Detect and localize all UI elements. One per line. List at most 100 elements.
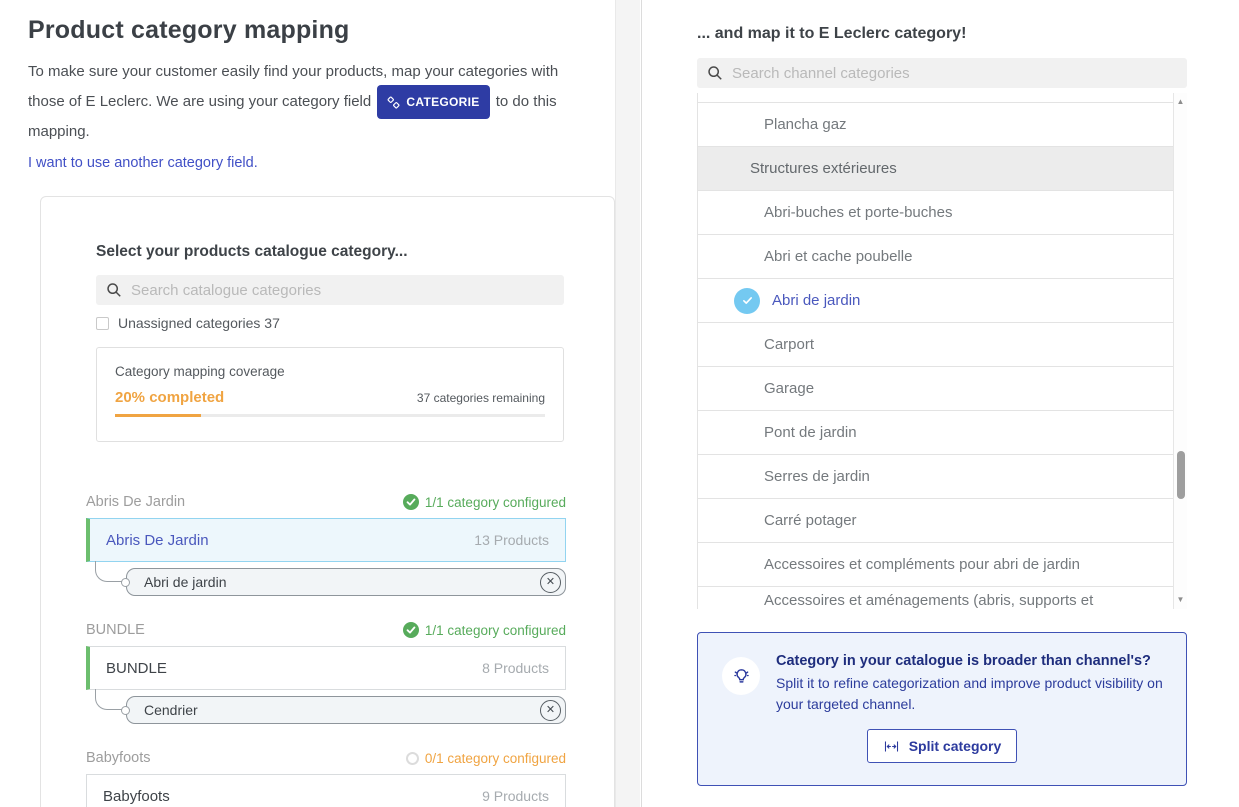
section-name: Babyfoots	[86, 750, 151, 766]
section-status: 1/1 category configured	[403, 622, 566, 638]
catalogue-search[interactable]	[96, 275, 564, 305]
channel-category-row-partial	[698, 93, 1173, 103]
channel-category-label: Pont de jardin	[764, 424, 857, 441]
section-name: Abris De Jardin	[86, 494, 185, 510]
section-status-text: 0/1 category configured	[425, 751, 566, 766]
channel-category-label: Accessoires et aménagements (abris, supp…	[764, 592, 1173, 610]
tip-body-text: Split it to refine categorization and im…	[776, 673, 1166, 715]
coverage-box: Category mapping coverage 20% completed …	[96, 347, 564, 442]
scroll-up-arrow[interactable]: ▲	[1174, 97, 1187, 107]
change-category-field-link[interactable]: I want to use another category field.	[28, 155, 258, 171]
channel-search[interactable]	[697, 58, 1187, 88]
mapped-category-label: Abri de jardin	[144, 574, 227, 590]
section-status: 0/1 category configured	[406, 751, 566, 766]
category-field-badge: CATEGORIE	[377, 85, 489, 119]
channel-list-scrollbar[interactable]: ▲ ▼	[1173, 93, 1187, 609]
intro-text: To make sure your customer easily find y…	[28, 59, 594, 145]
connector-line	[95, 689, 122, 710]
remove-mapping-button[interactable]: ✕	[540, 572, 561, 593]
coverage-completed: 20% completed	[115, 389, 224, 406]
split-tip-box: Category in your catalogue is broader th…	[697, 632, 1187, 786]
mapping-tag-wrap: Abri de jardin ✕	[126, 568, 566, 596]
channel-list-viewport: Plancha gaz Structures extérieures Abri-bu…	[697, 93, 1173, 609]
channel-category-row[interactable]: Carport	[698, 323, 1173, 367]
search-icon	[707, 65, 723, 81]
selected-check-icon	[734, 288, 760, 314]
channel-category-row[interactable]: Abri-buches et porte-buches	[698, 191, 1173, 235]
channel-category-row[interactable]: Serres de jardin	[698, 455, 1173, 499]
category-label: BUNDLE	[106, 660, 167, 677]
channel-category-row[interactable]: Abri de jardin	[698, 279, 1173, 323]
catalogue-panel: Product category mapping To make sure yo…	[0, 0, 642, 807]
channel-category-label: Carport	[764, 336, 814, 353]
channel-category-row[interactable]: Plancha gaz	[698, 103, 1173, 147]
scrollbar-thumb[interactable]	[1177, 451, 1185, 499]
connector-dot	[121, 578, 130, 587]
check-circle-icon	[403, 622, 419, 638]
catalogue-category-row[interactable]: Babyfoots 9 Products	[86, 774, 566, 807]
split-category-button[interactable]: Split category	[867, 729, 1018, 763]
connector-line	[95, 561, 122, 582]
category-label: Abris De Jardin	[106, 532, 209, 549]
mapped-channel-tag: Abri de jardin ✕	[126, 568, 566, 596]
catalogue-section: Abris De Jardin1/1 category configuredAb…	[86, 494, 566, 596]
left-scrollbar-track[interactable]	[615, 0, 640, 807]
mapped-channel-tag: Cendrier ✕	[126, 696, 566, 724]
split-icon	[883, 740, 900, 753]
category-label: Babyfoots	[103, 788, 170, 805]
catalogue-card: Select your products catalogue category.…	[40, 196, 615, 807]
split-button-label: Split category	[909, 738, 1002, 754]
catalogue-category-row[interactable]: Abris De Jardin 13 Products	[86, 518, 566, 562]
card-heading: Select your products catalogue category.…	[96, 243, 566, 261]
lightbulb-icon	[722, 657, 760, 695]
section-status: 1/1 category configured	[403, 494, 566, 510]
channel-category-row[interactable]: Structures extérieures	[698, 147, 1173, 191]
connector-dot	[121, 706, 130, 715]
coverage-remaining: 37 categories remaining	[417, 391, 545, 405]
badge-label: CATEGORIE	[406, 89, 479, 115]
channel-category-label: Abri et cache poubelle	[764, 248, 912, 265]
link-icon	[387, 96, 400, 109]
catalogue-sections: Abris De Jardin1/1 category configuredAb…	[86, 494, 566, 807]
channel-category-row[interactable]: Pont de jardin	[698, 411, 1173, 455]
section-header: Babyfoots 0/1 category configured	[86, 750, 566, 766]
unassigned-checkbox[interactable]	[96, 317, 109, 330]
product-count: 9 Products	[482, 788, 549, 804]
coverage-label: Category mapping coverage	[115, 364, 545, 379]
product-count: 13 Products	[474, 532, 549, 548]
catalogue-search-input[interactable]	[131, 282, 554, 299]
channel-category-row[interactable]: Garage	[698, 367, 1173, 411]
channel-category-row[interactable]: Accessoires et compléments pour abri de …	[698, 543, 1173, 587]
section-header: Abris De Jardin 1/1 category configured	[86, 494, 566, 510]
catalogue-section: BUNDLE 1/1 category configured BUNDLE 8 Pro…	[86, 622, 566, 724]
channel-panel: ... and map it to E Leclerc category! Pl…	[642, 0, 1239, 807]
catalogue-category-row[interactable]: BUNDLE 8 Products	[86, 646, 566, 690]
channel-category-row[interactable]: Abri et cache poubelle	[698, 235, 1173, 279]
channel-category-row[interactable]: Accessoires et aménagements (abris, supp…	[698, 587, 1173, 609]
channel-title: ... and map it to E Leclerc category!	[697, 25, 1187, 43]
check-circle-icon	[403, 494, 419, 510]
remove-mapping-button[interactable]: ✕	[540, 700, 561, 721]
channel-category-label: Accessoires et compléments pour abri de …	[764, 556, 1080, 573]
coverage-progress-fill	[115, 414, 201, 417]
channel-category-label: Carré potager	[764, 512, 857, 529]
channel-category-list: Plancha gaz Structures extérieures Abri-bu…	[697, 93, 1187, 609]
section-status-text: 1/1 category configured	[425, 623, 566, 638]
product-count: 8 Products	[482, 660, 549, 676]
unassigned-filter[interactable]: Unassigned categories 37	[96, 315, 566, 331]
channel-category-row[interactable]: Carré potager	[698, 499, 1173, 543]
section-header: BUNDLE 1/1 category configured	[86, 622, 566, 638]
channel-category-label: Plancha gaz	[764, 116, 847, 133]
unassigned-label: Unassigned categories 37	[118, 315, 280, 331]
section-status-text: 1/1 category configured	[425, 495, 566, 510]
channel-category-label: Abri de jardin	[772, 292, 860, 309]
channel-category-label: Serres de jardin	[764, 468, 870, 485]
channel-category-label: Garage	[764, 380, 814, 397]
mapped-category-label: Cendrier	[144, 702, 198, 718]
scroll-down-arrow[interactable]: ▼	[1174, 595, 1187, 605]
search-icon	[106, 282, 122, 298]
channel-category-label: Abri-buches et porte-buches	[764, 204, 952, 221]
section-name: BUNDLE	[86, 622, 145, 638]
tip-title: Category in your catalogue is broader th…	[776, 653, 1166, 669]
channel-search-input[interactable]	[732, 65, 1177, 82]
